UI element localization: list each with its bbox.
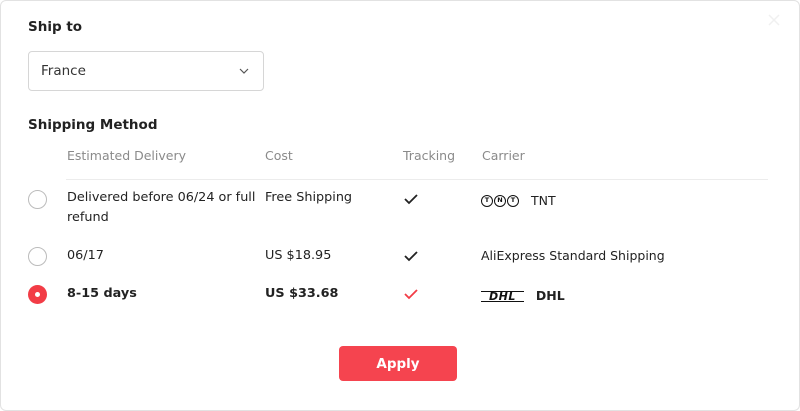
carrier: TNT TNT (481, 191, 556, 211)
column-header-carrier: Carrier (482, 148, 525, 163)
column-header-cost: Cost (265, 148, 293, 163)
apply-button[interactable]: Apply (339, 346, 457, 381)
carrier-name: TNT (531, 193, 556, 208)
shipping-option-radio-selected[interactable] (28, 285, 47, 304)
shipping-option-radio[interactable] (28, 247, 47, 266)
shipping-cost: US $18.95 (265, 248, 332, 263)
carrier: DHL DHL (481, 286, 565, 306)
shipping-table-header: Estimated Delivery Cost Tracking Carrier (0, 148, 800, 168)
dhl-logo: DHL (481, 290, 524, 302)
delivery-estimate: Delivered before 06/24 or full refund (67, 190, 256, 225)
shipping-cost: US $33.68 (265, 286, 339, 301)
shipping-option-radio[interactable] (28, 190, 47, 209)
close-icon[interactable] (766, 12, 782, 28)
carrier-name: DHL (535, 288, 565, 303)
column-header-delivery: Estimated Delivery (67, 148, 187, 163)
tracking-check-icon (404, 251, 418, 262)
tnt-logo: TNT (481, 195, 519, 207)
chevron-down-icon (239, 68, 249, 74)
delivery-estimate: 8-15 days (67, 286, 137, 301)
carrier: AliExpress Standard Shipping (481, 246, 665, 266)
country-select-value: France (41, 63, 86, 79)
tracking-check-icon (404, 194, 418, 205)
table-divider (66, 179, 768, 180)
tracking-check-icon (404, 289, 418, 300)
delivery-estimate: 06/17 (67, 248, 104, 263)
carrier-name: AliExpress Standard Shipping (481, 248, 665, 263)
column-header-tracking: Tracking (403, 148, 456, 163)
shipping-method-title: Shipping Method (28, 117, 158, 133)
ship-to-title: Ship to (28, 19, 83, 35)
shipping-cost: Free Shipping (265, 190, 353, 205)
country-select[interactable]: France (28, 51, 264, 91)
